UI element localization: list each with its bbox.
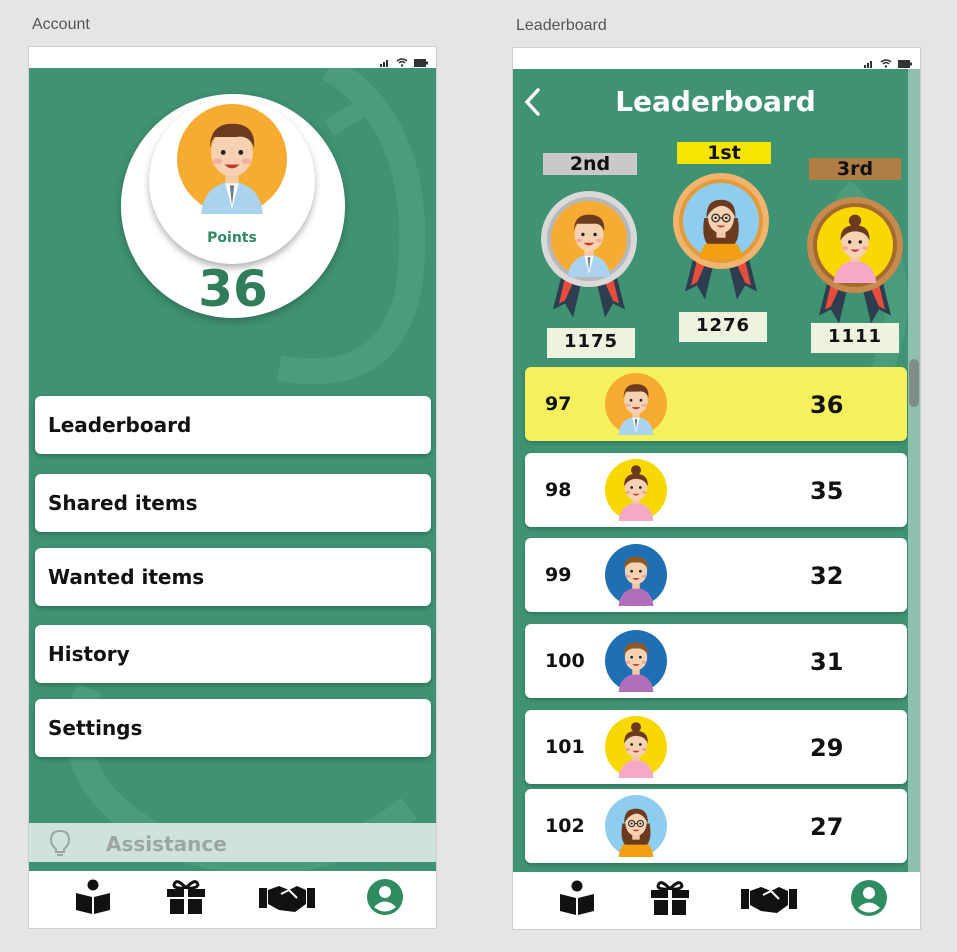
- tab-book-button[interactable]: [71, 879, 115, 919]
- row-avatar: [605, 459, 667, 521]
- bottom-tab-bar: [29, 871, 436, 928]
- tab-gift-button[interactable]: [648, 880, 692, 920]
- menu-leaderboard-button[interactable]: Leaderboard: [35, 396, 431, 454]
- handshake-icon: [259, 880, 315, 918]
- profile-card: Points 36: [121, 94, 345, 318]
- leaderboard-row[interactable]: 102 27: [525, 789, 907, 863]
- account-background: Points 36 Leaderboard Shared items Wante…: [29, 68, 436, 873]
- row-avatar: [605, 795, 667, 857]
- row-avatar: [605, 630, 667, 692]
- gift-icon: [166, 879, 206, 919]
- podium-third-tag: 3rd: [809, 158, 901, 180]
- podium-second-score: 1175: [547, 328, 635, 358]
- profile-avatar-frame: Points: [149, 98, 315, 264]
- row-score: 29: [810, 734, 844, 762]
- tab-book-button[interactable]: [555, 880, 599, 920]
- leaderboard-header: Leaderboard: [513, 69, 908, 133]
- row-rank: 99: [545, 564, 572, 586]
- row-avatar: [605, 373, 667, 435]
- row-rank: 102: [545, 815, 585, 837]
- row-rank: 100: [545, 650, 585, 672]
- menu-wanted-items-button[interactable]: Wanted items: [35, 548, 431, 606]
- bottom-tab-bar: [513, 872, 920, 929]
- menu-shared-items-button[interactable]: Shared items: [35, 474, 431, 532]
- user-icon: [850, 879, 888, 921]
- row-score: 27: [810, 813, 844, 841]
- book-icon: [558, 880, 596, 920]
- podium-first-tag: 1st: [677, 142, 771, 164]
- leaderboard-row[interactable]: 98 35: [525, 453, 907, 527]
- tab-profile-button[interactable]: [363, 879, 407, 919]
- leaderboard-row[interactable]: 99 32: [525, 538, 907, 612]
- user-icon: [366, 878, 404, 920]
- gift-icon: [650, 880, 690, 920]
- leaderboard-row-current-user[interactable]: 97 36: [525, 367, 907, 441]
- leaderboard-frame-label: Leaderboard: [516, 17, 607, 34]
- menu-history-button[interactable]: History: [35, 625, 431, 683]
- status-bar: [513, 48, 920, 69]
- points-value: 36: [198, 260, 268, 318]
- leaderboard-screen: Leaderboard 2nd 1175 1st 1276 3rd 1111 9…: [512, 47, 921, 930]
- podium-second-medal[interactable]: [539, 187, 639, 327]
- row-avatar: [605, 544, 667, 606]
- podium-third-medal[interactable]: [805, 193, 905, 333]
- status-bar: [29, 47, 436, 68]
- user-avatar[interactable]: [177, 104, 287, 214]
- podium-third-score: 1111: [811, 323, 899, 353]
- podium-first-score: 1276: [679, 312, 767, 342]
- scrollbar-track[interactable]: [908, 69, 920, 873]
- assistance-label: Assistance: [106, 832, 227, 856]
- row-rank: 98: [545, 479, 572, 501]
- row-score: 36: [810, 391, 844, 419]
- podium-second-tag: 2nd: [543, 153, 637, 175]
- leaderboard-row[interactable]: 101 29: [525, 710, 907, 784]
- podium-first-medal[interactable]: [671, 169, 771, 309]
- menu-settings-button[interactable]: Settings: [35, 699, 431, 757]
- tab-gift-button[interactable]: [164, 879, 208, 919]
- assistance-bar[interactable]: Assistance: [29, 823, 436, 862]
- tab-handshake-button[interactable]: [741, 880, 797, 920]
- book-icon: [74, 879, 112, 919]
- row-score: 35: [810, 477, 844, 505]
- leaderboard-background: Leaderboard 2nd 1175 1st 1276 3rd 1111 9…: [513, 69, 908, 873]
- tab-profile-button[interactable]: [847, 880, 891, 920]
- row-score: 31: [810, 648, 844, 676]
- points-label: Points: [207, 230, 257, 246]
- row-score: 32: [810, 562, 844, 590]
- leaderboard-row[interactable]: 100 31: [525, 624, 907, 698]
- tab-handshake-button[interactable]: [259, 879, 315, 919]
- account-frame-label: Account: [32, 16, 90, 33]
- row-rank: 101: [545, 736, 585, 758]
- account-screen: Points 36 Leaderboard Shared items Wante…: [28, 46, 437, 929]
- lightbulb-icon: [49, 829, 71, 861]
- page-title: Leaderboard: [615, 85, 816, 118]
- scrollbar-thumb[interactable]: [909, 359, 919, 407]
- row-rank: 97: [545, 393, 572, 415]
- row-avatar: [605, 716, 667, 778]
- handshake-icon: [741, 881, 797, 919]
